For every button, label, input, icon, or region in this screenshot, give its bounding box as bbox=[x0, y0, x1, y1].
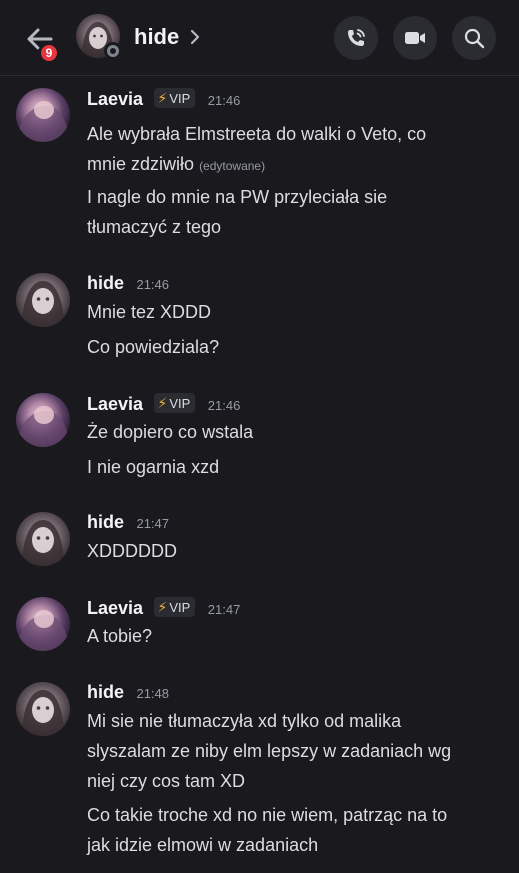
edited-label: (edytowane) bbox=[199, 159, 266, 173]
vip-badge: ⚡ VIP bbox=[153, 597, 196, 617]
back-button[interactable]: 9 bbox=[22, 22, 60, 64]
message-meta: Laevia ⚡ VIP 21:46 bbox=[87, 393, 240, 417]
vip-badge: ⚡ VIP bbox=[153, 88, 196, 108]
message-meta: hide 21:47 bbox=[87, 512, 169, 536]
chevron-right-icon[interactable] bbox=[188, 27, 202, 47]
avatar[interactable] bbox=[16, 88, 70, 142]
laevia-avatar-image bbox=[16, 88, 70, 142]
avatar[interactable] bbox=[16, 512, 70, 566]
video-camera-icon bbox=[405, 32, 425, 44]
username[interactable]: hide bbox=[87, 273, 124, 293]
avatar[interactable] bbox=[16, 682, 70, 736]
message-text[interactable]: A tobie? bbox=[87, 622, 152, 651]
message-text[interactable]: I nie ogarnia xzd bbox=[87, 453, 219, 482]
username[interactable]: Laevia bbox=[87, 394, 143, 414]
message-text[interactable]: Co takie troche xd no nie wiem, patrząc … bbox=[87, 801, 447, 830]
username[interactable]: hide bbox=[87, 682, 124, 702]
lightning-icon: ⚡ bbox=[157, 599, 168, 615]
message-text[interactable]: jak idzie elmowi w zadaniach bbox=[87, 831, 318, 860]
message-text[interactable]: tłumaczyć z tego bbox=[87, 213, 221, 242]
message-text[interactable]: Mi sie nie tłumaczyła xd tylko od malika bbox=[87, 707, 401, 736]
timestamp: 21:46 bbox=[207, 93, 241, 108]
timestamp: 21:48 bbox=[136, 686, 170, 701]
message-meta: hide 21:46 bbox=[87, 273, 169, 297]
message-meta: Laevia ⚡ VIP 21:46 bbox=[87, 88, 240, 112]
timestamp: 21:47 bbox=[136, 516, 170, 531]
laevia-avatar-image bbox=[16, 393, 70, 447]
message-text[interactable]: slyszalam ze niby elm lepszy w zadaniach… bbox=[87, 737, 451, 766]
hide-avatar-image bbox=[16, 273, 70, 327]
hide-avatar-image bbox=[16, 682, 70, 736]
timestamp: 21:47 bbox=[207, 602, 241, 617]
timestamp: 21:46 bbox=[207, 398, 241, 413]
laevia-avatar-image bbox=[16, 597, 70, 651]
avatar[interactable] bbox=[16, 393, 70, 447]
voice-call-button[interactable] bbox=[334, 16, 378, 60]
avatar[interactable] bbox=[16, 597, 70, 651]
username[interactable]: hide bbox=[87, 512, 124, 532]
lightning-icon: ⚡ bbox=[157, 90, 168, 106]
username[interactable]: Laevia bbox=[87, 598, 143, 618]
phone-call-icon bbox=[348, 29, 365, 46]
message-text[interactable]: mnie zdziwiło (edytowane) bbox=[87, 150, 265, 181]
message-text[interactable]: Co powiedziala? bbox=[87, 333, 219, 362]
search-icon bbox=[464, 28, 485, 49]
message-meta: hide 21:48 bbox=[87, 682, 169, 706]
hide-avatar-image bbox=[16, 512, 70, 566]
unread-badge: 9 bbox=[38, 42, 60, 64]
message-meta: Laevia ⚡ VIP 21:47 bbox=[87, 597, 240, 621]
message-text[interactable]: XDDDDDD bbox=[87, 537, 177, 566]
timestamp: 21:46 bbox=[136, 277, 170, 292]
vip-badge: ⚡ VIP bbox=[153, 393, 196, 413]
message-text[interactable]: Mnie tez XDDD bbox=[87, 298, 211, 327]
username[interactable]: Laevia bbox=[87, 89, 143, 109]
status-indicator bbox=[104, 42, 122, 60]
message-text[interactable]: Że dopiero co wstala bbox=[87, 418, 253, 447]
chat-header: 9 hide bbox=[0, 0, 519, 76]
channel-title[interactable]: hide bbox=[134, 24, 179, 50]
lightning-icon: ⚡ bbox=[157, 395, 168, 411]
avatar[interactable] bbox=[16, 273, 70, 327]
message-text[interactable]: Ale wybrała Elmstreeta do walki o Veto, … bbox=[87, 120, 426, 149]
video-call-button[interactable] bbox=[393, 16, 437, 60]
message-text[interactable]: niej czy cos tam XD bbox=[87, 767, 245, 796]
message-text[interactable]: I nagle do mnie na PW przyleciała sie bbox=[87, 183, 387, 212]
search-button[interactable] bbox=[452, 16, 496, 60]
